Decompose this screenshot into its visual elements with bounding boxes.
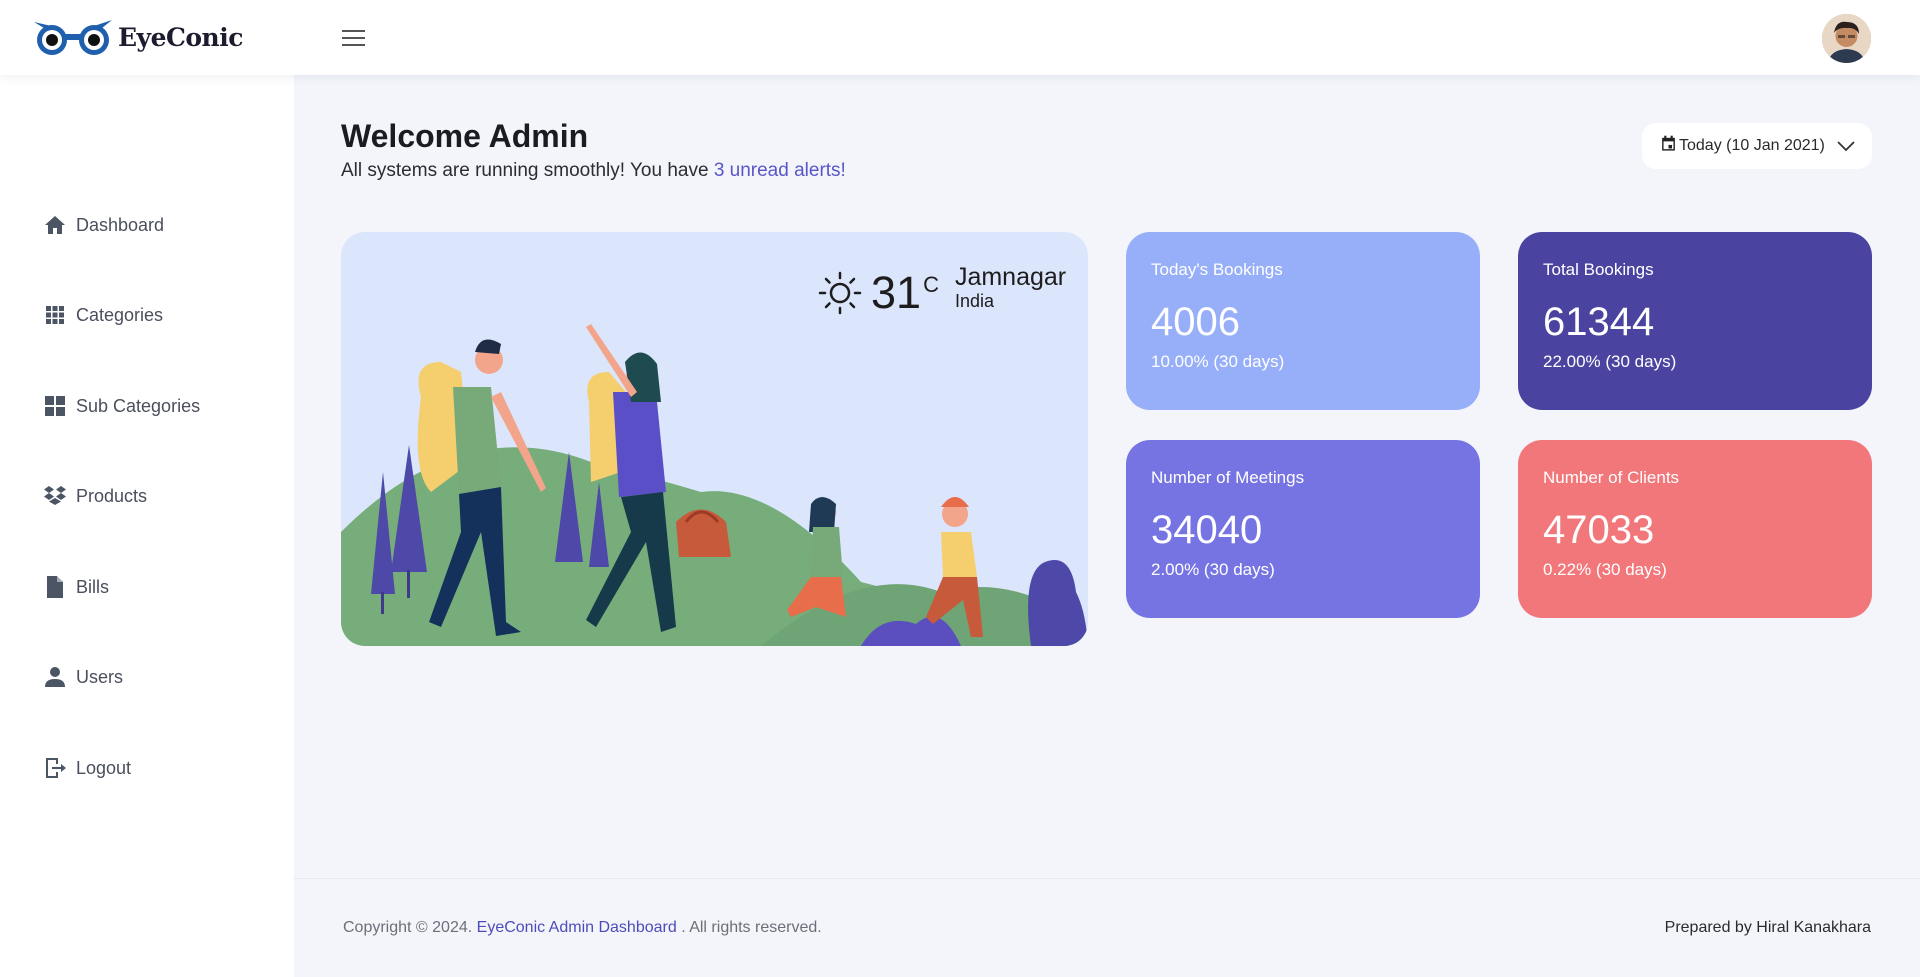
stat-card-meetings[interactable]: Number of Meetings 34040 2.00% (30 days) bbox=[1126, 440, 1480, 618]
home-icon bbox=[42, 212, 68, 238]
sidebar-item-label: Bills bbox=[76, 576, 110, 597]
sidebar-item-label: Products bbox=[76, 485, 148, 506]
sidebar: Dashboard Categories Sub Categories Prod… bbox=[0, 75, 294, 977]
dropbox-icon bbox=[42, 483, 68, 509]
prepared-by: Prepared by Hiral Kanakhara bbox=[1664, 919, 1871, 936]
stat-change: 22.00% (30 days) bbox=[1543, 352, 1677, 371]
stat-card-clients[interactable]: Number of Clients 47033 0.22% (30 days) bbox=[1518, 440, 1872, 618]
stat-change: 10.00% (30 days) bbox=[1151, 352, 1285, 371]
temperature-unit: C bbox=[923, 272, 939, 297]
stat-card-total-bookings[interactable]: Total Bookings 61344 22.00% (30 days) bbox=[1518, 232, 1872, 410]
copyright-prefix: Copyright © 2024. bbox=[343, 919, 477, 936]
copyright-suffix: . All rights reserved. bbox=[676, 919, 822, 936]
footer: Copyright © 2024. EyeConic Admin Dashboa… bbox=[294, 878, 1920, 977]
chevron-down-icon bbox=[1837, 141, 1855, 152]
brand-name: EyeConic bbox=[118, 22, 243, 52]
brand-logo[interactable]: EyeConic bbox=[30, 14, 243, 60]
file-icon bbox=[42, 574, 68, 600]
sidebar-item-label: Categories bbox=[76, 304, 164, 325]
logout-icon bbox=[42, 755, 68, 781]
sidebar-item-logout[interactable]: Logout bbox=[42, 751, 131, 785]
weather-widget: 31 C Jamnagar India bbox=[817, 263, 1067, 318]
sidebar-item-categories[interactable]: Categories bbox=[42, 298, 163, 332]
copyright: Copyright © 2024. EyeConic Admin Dashboa… bbox=[343, 919, 822, 937]
hamburger-menu-icon[interactable] bbox=[342, 30, 365, 48]
sidebar-item-label: Sub Categories bbox=[76, 395, 201, 416]
stat-title: Number of Clients bbox=[1543, 468, 1680, 487]
stat-value: 34040 bbox=[1151, 508, 1263, 552]
avatar[interactable] bbox=[1822, 14, 1871, 63]
calendar-icon bbox=[1662, 135, 1675, 151]
stat-change: 2.00% (30 days) bbox=[1151, 560, 1275, 579]
welcome-subtitle: All systems are running smoothly! You ha… bbox=[341, 160, 846, 182]
sidebar-item-label: Users bbox=[76, 666, 124, 687]
stat-value: 61344 bbox=[1543, 300, 1655, 344]
sun-icon bbox=[818, 271, 862, 315]
date-filter-label: Today (10 Jan 2021) bbox=[1679, 137, 1825, 154]
grid-icon bbox=[42, 302, 68, 328]
owl-glasses-icon bbox=[34, 20, 112, 55]
stat-change: 0.22% (30 days) bbox=[1543, 560, 1667, 579]
page-title: Welcome Admin bbox=[341, 118, 589, 154]
sidebar-item-users[interactable]: Users bbox=[42, 660, 123, 694]
unread-alerts-link[interactable]: 3 unread alerts! bbox=[714, 160, 846, 181]
weather-city: Jamnagar bbox=[954, 263, 1067, 291]
sidebar-item-label: Dashboard bbox=[76, 214, 165, 235]
stat-title: Total Bookings bbox=[1543, 260, 1654, 279]
dashboard-link[interactable]: EyeConic Admin Dashboard bbox=[477, 919, 677, 936]
sidebar-item-sub-categories[interactable]: Sub Categories bbox=[42, 389, 200, 423]
sidebar-item-products[interactable]: Products bbox=[42, 479, 147, 513]
weather-country: India bbox=[954, 290, 994, 311]
user-icon bbox=[42, 664, 68, 690]
subtitle-text: All systems are running smoothly! You ha… bbox=[341, 160, 714, 181]
temperature-value: 31 bbox=[871, 267, 922, 318]
sidebar-item-bills[interactable]: Bills bbox=[42, 570, 109, 604]
stat-value: 4006 bbox=[1151, 300, 1240, 344]
stat-card-todays-bookings[interactable]: Today's Bookings 4006 10.00% (30 days) bbox=[1126, 232, 1480, 410]
sidebar-item-dashboard[interactable]: Dashboard bbox=[42, 208, 164, 242]
top-bar: EyeConic bbox=[0, 0, 1920, 75]
stat-title: Number of Meetings bbox=[1151, 468, 1305, 487]
weather-hero-card: 31 C Jamnagar India bbox=[341, 232, 1088, 646]
dashboard-icon bbox=[42, 393, 68, 419]
stat-title: Today's Bookings bbox=[1151, 260, 1283, 279]
sidebar-item-label: Logout bbox=[76, 757, 132, 778]
date-filter-dropdown[interactable]: Today (10 Jan 2021) bbox=[1642, 123, 1872, 169]
stat-value: 47033 bbox=[1543, 508, 1655, 552]
